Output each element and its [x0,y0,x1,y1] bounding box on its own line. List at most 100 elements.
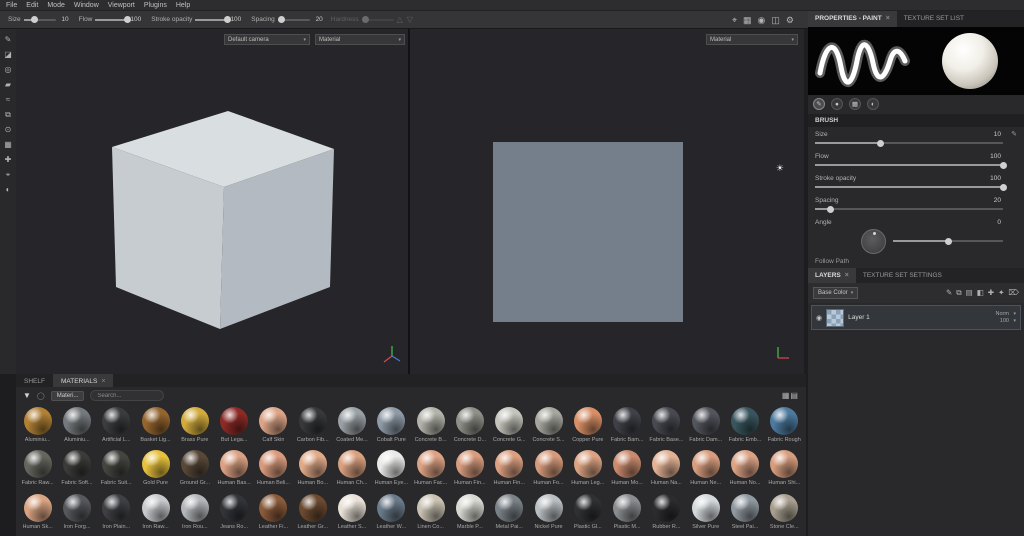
material-item[interactable]: Concrete G... [490,405,529,447]
projection-tool[interactable]: ◎ [2,64,14,76]
material-item[interactable]: Human Shi... [765,448,804,490]
material-item[interactable]: Calf Skin [254,405,293,447]
material-item[interactable]: Silver Pure [686,492,725,534]
tab-shelf[interactable]: SHELF [16,374,53,387]
visibility-eye-icon[interactable]: ◉ [816,314,822,322]
material-item[interactable]: Fabric Dam... [686,405,725,447]
material-item[interactable]: Stone Cle... [765,492,804,534]
layer-row[interactable]: ◉ Layer 1 Norm ▾ 100 ▾ [811,305,1021,330]
material-item[interactable]: Human Fac... [411,448,450,490]
tablet-pressure-icon[interactable]: ▦ [743,13,752,27]
uv-plane[interactable] [493,142,683,322]
material-item[interactable]: Human Sk... [18,492,57,534]
material-item[interactable]: Marble P... [450,492,489,534]
edit-icon[interactable]: ✎ [946,288,952,298]
material-item[interactable]: Human Bas... [214,448,253,490]
material-item[interactable]: Fabric Soft... [57,448,96,490]
smudge-tool[interactable]: ≈ [2,94,14,106]
material-item[interactable]: Copper Pure [568,405,607,447]
brush-mode-icon[interactable]: ✎ [813,98,825,110]
material-item[interactable]: Carbon Fib... [293,405,332,447]
material-item[interactable]: Iron Forg... [57,492,96,534]
material-item[interactable]: Leather W... [372,492,411,534]
material-item[interactable]: Human Ch... [332,448,371,490]
eraser-tool[interactable]: ◪ [2,49,14,61]
slider-thumb[interactable] [277,16,285,23]
angle-dial[interactable] [861,229,886,254]
layer-opacity-dropdown[interactable]: 100 ▾ [1000,318,1016,324]
clone-tool[interactable]: ⧉ [2,109,14,121]
material-dropdown-2d[interactable]: Material ▾ [706,34,798,45]
sun-light-icon[interactable]: ☀ [776,163,784,174]
tab-texture-set-list[interactable]: TEXTURE SET LIST [897,11,971,27]
viewport-3d[interactable]: Default camera ▾ Material ▾ [16,29,410,374]
material-item[interactable]: Basket Lig... [136,405,175,447]
material-item[interactable]: Brass Pure [175,405,214,447]
material-item[interactable]: Human Fo... [529,448,568,490]
add-fill-layer-icon[interactable]: ◧ [977,288,984,298]
add-folder-icon[interactable]: ▤ [966,288,973,298]
polygon-fill-tool[interactable]: ▰ [2,79,14,91]
material-item[interactable]: Human Beli... [254,448,293,490]
add-smart-material-icon[interactable]: ✦ [998,288,1004,298]
cube-3d-model[interactable] [16,29,410,374]
material-preview[interactable] [916,27,1024,95]
material-item[interactable]: Human Ne... [686,448,725,490]
slider-track[interactable] [815,161,1007,169]
stencil-mode-icon[interactable]: ◐ [867,98,879,110]
layer-name[interactable]: Layer 1 [848,314,870,321]
slider-track[interactable] [815,183,1007,191]
material-item[interactable]: Iron Rou... [175,492,214,534]
settings-icon[interactable]: ⚙ [786,13,794,27]
close-icon[interactable]: × [886,15,890,27]
menu-edit[interactable]: Edit [26,2,38,9]
tab-materials[interactable]: MATERIALS × [52,374,114,387]
material-item[interactable]: Rubber R... [647,492,686,534]
delete-layer-icon[interactable]: ⌦ [1008,288,1019,298]
slider-track[interactable] [23,16,56,23]
menu-window[interactable]: Window [74,2,99,9]
camera-icon[interactable]: ◉ [758,13,766,27]
material-item[interactable]: Linen Co... [411,492,450,534]
material-item[interactable]: Iron Plain... [97,492,136,534]
material-item[interactable]: Human Leg... [568,448,607,490]
symmetry-icon[interactable]: ⌖ [732,13,737,27]
material-item[interactable]: Leather Gr... [293,492,332,534]
display-settings-tool[interactable]: ◐ [2,184,14,196]
material-item[interactable]: Human Bo... [293,448,332,490]
slider-thumb[interactable] [223,16,231,23]
menu-plugins[interactable]: Plugins [144,2,167,9]
slider-thumb[interactable] [31,16,39,23]
material-item[interactable]: Human Eye... [372,448,411,490]
slider-track[interactable] [277,16,310,23]
channel-dropdown[interactable]: Base Color ▾ [813,287,859,299]
material-item[interactable]: Nickel Pure [529,492,568,534]
slider-track[interactable] [893,237,1003,245]
symmetry-tool[interactable]: ⌖ [2,169,14,181]
instance-icon[interactable]: ⧉ [956,288,961,298]
material-item[interactable]: Human No... [725,448,764,490]
tab-layers[interactable]: LAYERS × [808,268,856,283]
particles-mode-icon[interactable]: ● [831,98,843,110]
material-item[interactable]: Fabric Emb... [725,405,764,447]
brush-stroke-preview[interactable] [808,27,916,95]
viewport-2d[interactable]: Material ▾ ☀ [410,29,804,374]
material-item[interactable]: Fabric Suit... [97,448,136,490]
material-item[interactable]: Human Na... [647,448,686,490]
material-item[interactable]: But Lega... [214,405,253,447]
material-item[interactable]: Leather S... [332,492,371,534]
axis-gizmo-3d[interactable] [382,344,402,366]
material-item[interactable]: Leather Fi... [254,492,293,534]
slider-track[interactable] [95,16,131,23]
material-item[interactable]: Fabric Bam... [607,405,646,447]
material-item[interactable]: Concrete B... [411,405,450,447]
add-layer-icon[interactable]: ✚ [988,288,994,298]
close-icon[interactable]: × [101,378,105,385]
material-item[interactable]: Fabric Raw... [18,448,57,490]
close-icon[interactable]: × [845,272,849,283]
slider-thumb[interactable] [877,139,885,147]
material-item[interactable]: Aluminiu... [18,405,57,447]
material-item[interactable]: Fabric Rough [765,405,804,447]
material-item[interactable]: Human Fin... [490,448,529,490]
material-item[interactable]: Jeans Ro... [214,492,253,534]
